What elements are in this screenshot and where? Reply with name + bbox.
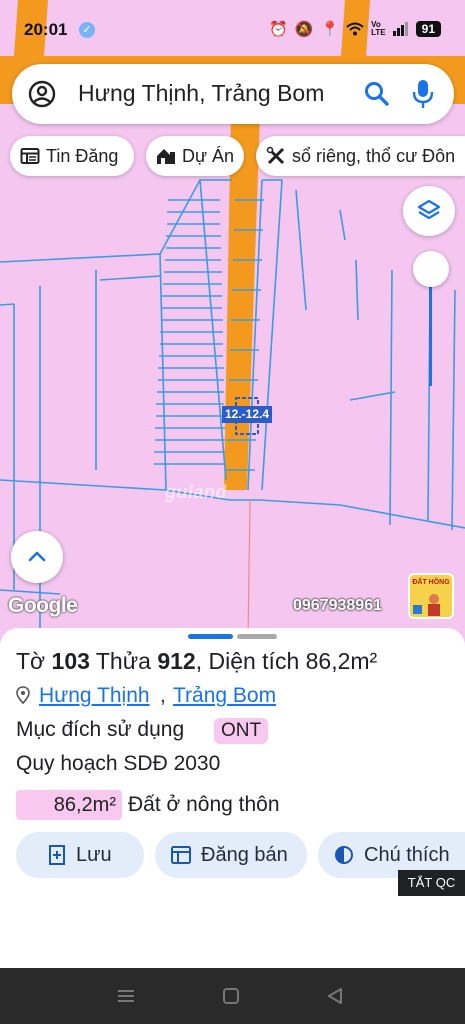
layers-button[interactable]	[403, 186, 455, 236]
verified-icon: ✓	[79, 22, 95, 38]
account-icon[interactable]	[28, 80, 56, 108]
sheet-handle-active[interactable]	[188, 634, 233, 639]
ad-badge[interactable]: ĐẤT HỒNG	[408, 573, 454, 619]
purpose-label: Mục đích sử dụng	[16, 718, 185, 741]
parcel-info-sheet: Tờ 103 Thửa 912, Diện tích 86,2m² Hưng T…	[0, 628, 465, 968]
mute-icon: 🔕	[294, 21, 314, 38]
search-input[interactable]: Hưng Thịnh, Trảng Bom	[78, 80, 324, 107]
sheet-number: 103	[51, 648, 90, 674]
sheet-prefix: Tờ	[16, 648, 52, 674]
mic-icon[interactable]	[412, 79, 434, 109]
google-logo: Google	[8, 594, 78, 617]
legend-label: Chú thích	[364, 843, 450, 866]
battery-indicator: 91	[415, 21, 441, 37]
alarm-icon: ⏰	[269, 21, 288, 38]
parcel-area: , Diện tích 86,2m²	[195, 648, 378, 674]
plan-label: Quy hoạch SDĐ 2030	[16, 752, 221, 775]
parcel-title: Tờ 103 Thửa 912, Diện tích 86,2m²	[16, 648, 377, 675]
chip-filter-label: sổ riêng, thổ cư Đôn	[292, 145, 456, 166]
purpose-badge: ONT	[214, 718, 269, 744]
plan-area-badge: 86,2m²	[16, 790, 122, 820]
chip-listings-label: Tin Đăng	[46, 145, 119, 166]
chip-filter[interactable]: sổ riêng, thổ cư Đôn	[256, 136, 465, 176]
recent-apps-icon[interactable]	[117, 987, 135, 1005]
opacity-slider-thumb[interactable]	[413, 251, 449, 287]
back-icon[interactable]	[326, 987, 344, 1005]
home-icon[interactable]	[222, 987, 240, 1005]
bookmark-add-icon	[49, 845, 65, 865]
chip-projects[interactable]: Dự Án	[146, 136, 244, 176]
save-label: Lưu	[76, 843, 112, 866]
watermark: guland	[165, 482, 227, 502]
lot-prefix: Thửa	[89, 648, 158, 674]
ward-link[interactable]: Hưng Thịnh	[39, 684, 150, 708]
signal-icon	[392, 22, 408, 36]
post-sale-button[interactable]: Đăng bán	[155, 832, 307, 878]
opacity-slider-track[interactable]	[429, 286, 432, 386]
district-link[interactable]: Trảng Bom	[173, 684, 276, 708]
location-pin-icon	[16, 686, 30, 704]
contact-phone[interactable]: 0967938961	[293, 597, 382, 615]
chip-projects-label: Dự Án	[182, 145, 235, 166]
contrast-icon	[335, 846, 353, 864]
system-nav-bar	[0, 968, 465, 1024]
search-bar[interactable]: Hưng Thịnh, Trảng Bom	[12, 64, 454, 124]
newspaper-icon	[20, 148, 40, 164]
sheet-handle-inactive[interactable]	[237, 634, 277, 639]
ad-badge-text: ĐẤT HỒNG	[412, 579, 450, 586]
status-time: 20:01	[24, 20, 68, 39]
tools-icon	[266, 146, 285, 165]
hide-ads-button[interactable]: TẮT QC	[398, 870, 465, 896]
save-button[interactable]: Lưu	[16, 832, 144, 878]
lot-number: 912	[157, 648, 196, 674]
location-icon: 📍	[320, 21, 340, 38]
chip-listings[interactable]: Tin Đăng	[10, 136, 134, 176]
house-icon	[157, 149, 175, 164]
plan-type: Đất ở nông thôn	[128, 793, 280, 816]
plot-label[interactable]: 12.-12.4	[222, 406, 272, 423]
location-separator: ,	[160, 684, 166, 707]
status-icons: ⏰ 🔕 📍 Vo LTE 91	[269, 20, 441, 38]
search-icon[interactable]	[364, 81, 390, 107]
wifi-icon	[346, 22, 364, 36]
newspaper-icon	[171, 846, 191, 864]
chevron-up-icon	[28, 551, 46, 562]
post-sale-label: Đăng bán	[201, 843, 288, 866]
layers-icon	[417, 199, 441, 220]
status-bar: 20:01 ✓ ⏰ 🔕 📍 Vo LTE 91	[0, 0, 465, 60]
expand-up-button[interactable]	[11, 531, 63, 583]
lte-indicator: Vo LTE	[371, 20, 386, 37]
